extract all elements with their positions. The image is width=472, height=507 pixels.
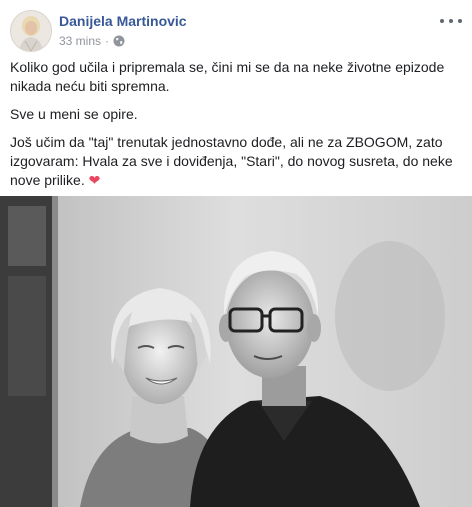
meta-separator: · (105, 34, 110, 48)
facebook-post: Danijela Martinovic 33 mins · Koliko god… (0, 0, 472, 507)
photo-illustration (0, 196, 472, 507)
author-name[interactable]: Danijela Martinovic (59, 13, 187, 29)
more-dot (449, 19, 453, 23)
post-paragraph: Koliko god učila i pripremala se, čini m… (10, 59, 445, 94)
post-meta: 33 mins · (59, 34, 125, 48)
globe-icon[interactable] (113, 35, 125, 47)
author-avatar[interactable] (10, 10, 52, 52)
post-timestamp[interactable]: 33 mins (59, 34, 101, 48)
post-paragraph: Još učim da "taj" trenutak jednostavno d… (10, 133, 458, 190)
more-options-icon[interactable] (440, 14, 462, 28)
post-text: Koliko god učila i pripremala se, čini m… (10, 58, 458, 199)
more-dot (458, 19, 462, 23)
heart-emoji: ❤ (88, 172, 101, 188)
post-paragraph: Sve u meni se opire. (10, 106, 138, 122)
post-paragraph-text: Još učim da "taj" trenutak jednostavno d… (10, 134, 453, 188)
post-photo[interactable] (0, 196, 472, 507)
more-dot (440, 19, 444, 23)
post-header: Danijela Martinovic 33 mins · (10, 10, 462, 52)
